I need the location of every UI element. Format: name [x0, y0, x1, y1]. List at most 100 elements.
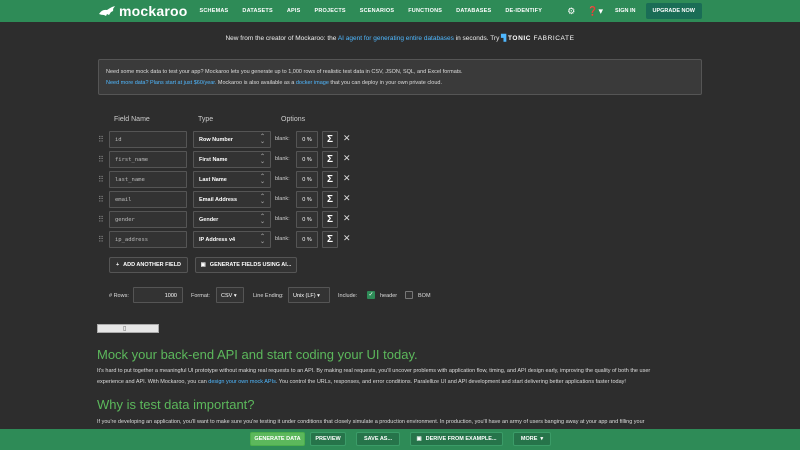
formula-button[interactable]: Σ [322, 151, 338, 168]
field-type-value: First Name [199, 157, 228, 163]
blank-label: blank: [275, 156, 290, 162]
drag-handle-icon[interactable]: ⠿ [98, 215, 104, 224]
info-line-1: Need some mock data to test your app? Mo… [106, 69, 463, 75]
nav-link-datasets[interactable]: DATASETS [242, 8, 272, 14]
more-button[interactable]: MORE ▾ [513, 432, 551, 446]
delete-field-icon[interactable]: ✕ [343, 213, 351, 224]
bom-label: BOM [418, 293, 431, 299]
save-as-button[interactable]: SAVE AS... [356, 432, 400, 446]
format-select[interactable]: CSV ▾ [216, 287, 244, 303]
format-label: Format: [191, 293, 210, 299]
blank-label: blank: [275, 136, 290, 142]
delete-field-icon[interactable]: ✕ [343, 153, 351, 164]
docker-image-link[interactable]: docker image [296, 80, 329, 86]
banner-ai-link[interactable]: AI agent for generating entire databases [338, 35, 454, 42]
nav-link-apis[interactable]: APIS [287, 8, 301, 14]
blank-percent-input[interactable]: 0 % [296, 131, 318, 148]
header-checkbox[interactable]: ✓ [367, 291, 375, 299]
field-name-input[interactable]: last_name [109, 171, 187, 188]
field-type-value: Gender [199, 217, 219, 223]
formula-button[interactable]: Σ [322, 191, 338, 208]
field-name-input[interactable]: ip_address [109, 231, 187, 248]
bom-checkbox[interactable] [405, 291, 413, 299]
preview-button[interactable]: PREVIEW [310, 432, 346, 446]
field-row: ⠿ last_name Last Name ⌃ ⌄ blank: 0 % Σ ✕ [98, 171, 398, 188]
delete-field-icon[interactable]: ✕ [343, 193, 351, 204]
field-row: ⠿ ip_address IP Address v4 ⌃ ⌄ blank: 0 % … [98, 231, 398, 248]
blank-percent-input[interactable]: 0 % [296, 231, 318, 248]
plans-link[interactable]: Need more data? Plans start at just $60/… [106, 80, 216, 86]
sort-arrows-icon: ⌃ ⌄ [259, 214, 265, 225]
derive-icon: ▣ [416, 436, 422, 442]
field-type-select[interactable]: IP Address v4 ⌃ ⌄ [193, 231, 271, 248]
field-type-value: Email Address [199, 197, 238, 203]
formula-button[interactable]: Σ [322, 231, 338, 248]
tonic-label[interactable]: TONIC [508, 35, 531, 42]
top-nav: mockaroo SCHEMAS DATASETS APIS PROJECTS … [0, 0, 800, 22]
brand-logo[interactable]: mockaroo [98, 3, 188, 19]
sort-arrows-icon: ⌃ ⌄ [259, 154, 265, 165]
blank-percent-input[interactable]: 0 % [296, 211, 318, 228]
upgrade-now-button[interactable]: UPGRADE NOW [645, 3, 702, 19]
api-mock-line-2: experience and API. With Mockaroo, you c… [97, 377, 701, 388]
nav-link-functions[interactable]: FUNCTIONS [408, 8, 442, 14]
nav-link-scenarios[interactable]: SCENARIOS [360, 8, 395, 14]
field-type-value: Row Number [199, 137, 233, 143]
rows-input[interactable]: 1000 [133, 287, 183, 303]
rows-label: # Rows: [109, 293, 129, 299]
api-mock-text-before: experience and API. With Mockaroo, you c… [97, 379, 209, 385]
field-type-select[interactable]: Row Number ⌃ ⌄ [193, 131, 271, 148]
chevron-down-icon: ▾ [233, 293, 237, 299]
nav-link-schemas[interactable]: SCHEMAS [200, 8, 229, 14]
formula-button[interactable]: Σ [322, 131, 338, 148]
info-box: Need some mock data to test your app? Mo… [98, 59, 702, 95]
nav-link-de-identify[interactable]: DE-IDENTIFY [505, 8, 542, 14]
nav-link-databases[interactable]: DATABASES [456, 8, 491, 14]
document-icon: ▯ [123, 326, 127, 332]
nav-link-projects[interactable]: PROJECTS [315, 8, 346, 14]
blank-percent-input[interactable]: 0 % [296, 151, 318, 168]
drag-handle-icon[interactable]: ⠿ [98, 175, 104, 184]
field-name-input[interactable]: id [109, 131, 187, 148]
formula-button[interactable]: Σ [322, 211, 338, 228]
design-mock-apis-link[interactable]: design your own mock APIs [208, 379, 276, 385]
field-type-select[interactable]: Gender ⌃ ⌄ [193, 211, 271, 228]
api-mock-line-1: It's hard to put together a meaningful U… [97, 368, 651, 374]
generate-fields-ai-button[interactable]: ▣ GENERATE FIELDS USING AI... [195, 257, 297, 273]
field-type-select[interactable]: Email Address ⌃ ⌄ [193, 191, 271, 208]
fabricate-label[interactable]: FABRICATE [531, 35, 574, 42]
blank-percent-input[interactable]: 0 % [296, 191, 318, 208]
preview-panel-tab[interactable]: ▯ [97, 324, 159, 333]
options-header: Options [281, 116, 306, 123]
delete-field-icon[interactable]: ✕ [343, 233, 351, 244]
gear-icon[interactable]: ⚙ [567, 6, 575, 17]
test-data-paragraph: If you're developing an application, you… [97, 419, 645, 425]
banner-text-after: in seconds. Try [453, 35, 502, 42]
formula-button[interactable]: Σ [322, 171, 338, 188]
field-type-select[interactable]: First Name ⌃ ⌄ [193, 151, 271, 168]
nav-links: SCHEMAS DATASETS APIS PROJECTS SCENARIOS… [200, 8, 557, 14]
delete-field-icon[interactable]: ✕ [343, 133, 351, 144]
drag-handle-icon[interactable]: ⠿ [98, 235, 104, 244]
generate-ai-label: GENERATE FIELDS USING AI... [209, 262, 292, 268]
announcement-banner: New from the creator of Mockaroo: the AI… [0, 34, 800, 42]
field-type-select[interactable]: Last Name ⌃ ⌄ [193, 171, 271, 188]
drag-handle-icon[interactable]: ⠿ [98, 155, 104, 164]
field-name-input[interactable]: email [109, 191, 187, 208]
generate-data-button[interactable]: GENERATE DATA [250, 432, 305, 446]
plus-icon: + [115, 262, 120, 268]
drag-handle-icon[interactable]: ⠿ [98, 195, 104, 204]
sign-in-link[interactable]: SIGN IN [615, 8, 635, 14]
info-line-2: Need more data? Plans start at just $60/… [106, 78, 694, 89]
field-name-input[interactable]: gender [109, 211, 187, 228]
info-line-2-mid: Mockaroo is also available as a [216, 80, 296, 86]
line-ending-select[interactable]: Unix (LF) ▾ [288, 287, 330, 303]
add-another-field-button[interactable]: + ADD ANOTHER FIELD [109, 257, 188, 273]
api-mock-paragraph: It's hard to put together a meaningful U… [97, 366, 701, 388]
help-icon[interactable]: ❓▾ [587, 6, 603, 17]
derive-from-example-button[interactable]: ▣ DERIVE FROM EXAMPLE... [410, 432, 503, 446]
delete-field-icon[interactable]: ✕ [343, 173, 351, 184]
drag-handle-icon[interactable]: ⠿ [98, 135, 104, 144]
field-name-input[interactable]: first_name [109, 151, 187, 168]
blank-percent-input[interactable]: 0 % [296, 171, 318, 188]
